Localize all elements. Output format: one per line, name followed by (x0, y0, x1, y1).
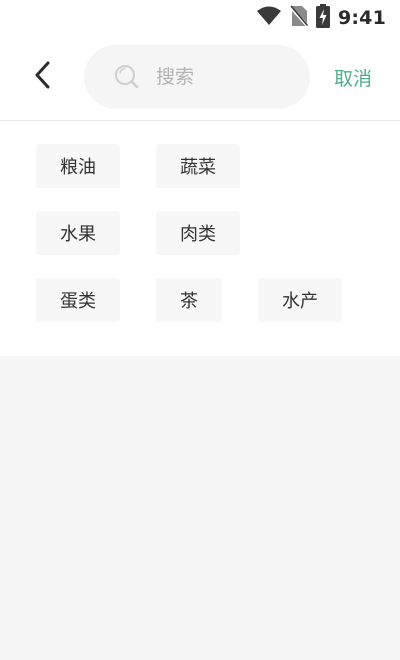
tag-row: 粮油 蔬菜 (36, 144, 376, 188)
tag-item[interactable]: 蔬菜 (156, 144, 240, 188)
tag-item[interactable]: 茶 (156, 278, 222, 322)
header-divider (0, 120, 400, 121)
tag-row: 蛋类 茶 水产 (36, 278, 376, 322)
status-icons: 9:41 (256, 4, 386, 32)
tag-item[interactable]: 水产 (258, 278, 342, 322)
tag-item[interactable]: 肉类 (156, 211, 240, 255)
status-bar: 9:41 (0, 0, 400, 36)
no-sim-icon (289, 5, 309, 31)
chevron-left-icon (34, 61, 52, 93)
tag-list: 粮油 蔬菜 水果 肉类 蛋类 茶 水产 (36, 144, 376, 345)
search-box[interactable] (84, 45, 310, 109)
status-time: 9:41 (337, 7, 386, 29)
search-icon (114, 64, 140, 90)
back-button[interactable] (26, 60, 60, 94)
tag-item[interactable]: 粮油 (36, 144, 120, 188)
tag-row: 水果 肉类 (36, 211, 376, 255)
wifi-icon (256, 6, 282, 30)
tag-item[interactable]: 水果 (36, 211, 120, 255)
cancel-button[interactable]: 取消 (334, 64, 372, 91)
search-input[interactable] (156, 66, 296, 88)
search-header: 取消 (0, 44, 400, 110)
battery-charging-icon (315, 4, 330, 32)
tag-item[interactable]: 蛋类 (36, 278, 120, 322)
